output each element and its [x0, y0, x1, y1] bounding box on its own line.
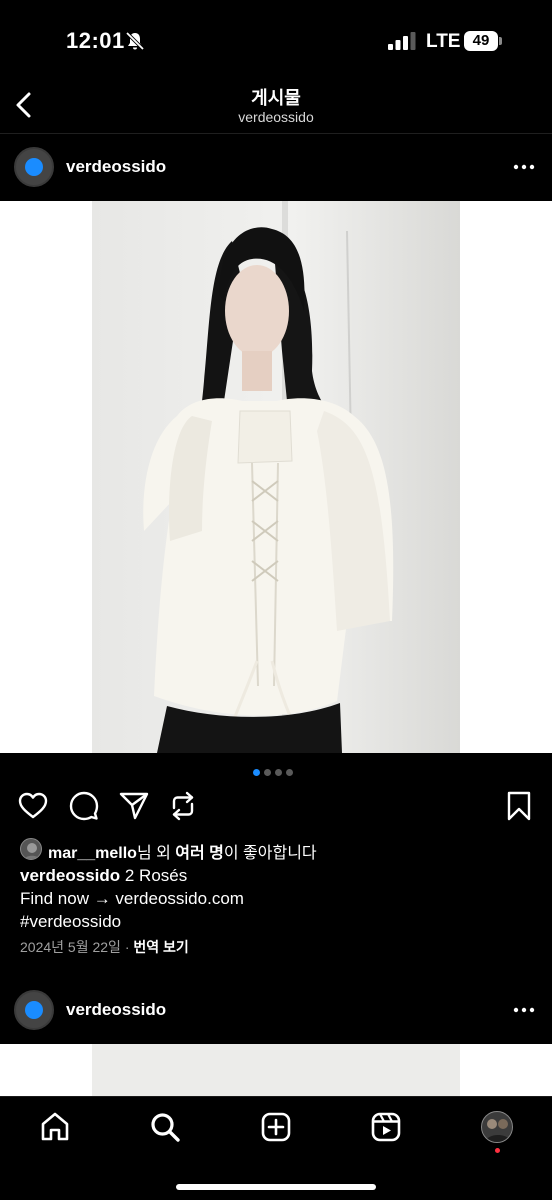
translate-link[interactable]: 번역 보기 — [133, 939, 188, 955]
caption-username[interactable]: verdeossido — [20, 866, 120, 885]
create-icon[interactable] — [260, 1111, 292, 1143]
post-header: verdeossido — [0, 135, 552, 199]
next-post-header: verdeossido — [0, 978, 552, 1042]
home-icon[interactable] — [39, 1111, 71, 1143]
caption-link-line: Find now → verdeossido.com — [20, 889, 244, 908]
battery-tip — [499, 37, 502, 45]
reels-icon[interactable] — [370, 1111, 402, 1143]
status-bar: 12:01 LTE 49 — [0, 0, 552, 80]
carousel-dot — [275, 769, 282, 776]
carousel-dot — [286, 769, 293, 776]
status-time: 12:01 — [66, 28, 125, 53]
caption-text: 2 Rosés — [120, 866, 188, 885]
network-label: LTE — [426, 31, 461, 52]
more-options-icon[interactable] — [512, 157, 536, 177]
search-icon[interactable] — [149, 1111, 181, 1143]
post-caption: verdeossido 2 Rosés Find now → verdeossi… — [20, 864, 540, 933]
likes-others[interactable]: 여러 명 — [175, 845, 224, 862]
post-username[interactable]: verdeossido — [66, 157, 166, 177]
battery-level: 49 — [464, 31, 498, 51]
likes-suffix: 님 외 — [136, 845, 176, 862]
repost-icon[interactable] — [167, 790, 199, 822]
comment-icon[interactable] — [68, 790, 100, 822]
avatar-logo — [25, 1001, 43, 1019]
avatar[interactable] — [14, 990, 54, 1030]
bell-off-icon — [125, 31, 145, 51]
bottom-tab-bar — [0, 1096, 552, 1200]
post-meta: 2024년 5월 22일 · 번역 보기 — [20, 937, 189, 957]
carousel-dot-active — [253, 769, 260, 776]
post-date: 2024년 5월 22일 — [20, 939, 121, 955]
caption-hashtag[interactable]: #verdeossido — [20, 910, 540, 933]
heart-icon[interactable] — [17, 790, 49, 822]
meta-separator: · — [120, 939, 134, 955]
page-title: 게시물 — [251, 88, 301, 108]
avatar-logo — [25, 158, 43, 176]
carousel-indicator — [253, 769, 303, 777]
home-indicator[interactable] — [176, 1184, 376, 1190]
page-header: 게시물 verdeossido — [0, 80, 552, 134]
battery-icon: 49 — [464, 31, 502, 51]
model-illustration — [143, 201, 394, 753]
post-photo — [92, 201, 460, 753]
signal-icon — [388, 32, 416, 50]
share-icon[interactable] — [118, 790, 150, 822]
page-subtitle[interactable]: verdeossido — [0, 109, 552, 125]
next-post-media[interactable] — [0, 1044, 552, 1096]
more-options-icon[interactable] — [512, 1000, 536, 1020]
post-media[interactable] — [0, 201, 552, 753]
liker-username[interactable]: mar__mello — [48, 845, 137, 862]
carousel-dot — [264, 769, 271, 776]
likes-summary[interactable]: mar__mello님 외 여러 명이 좋아합니다 — [20, 837, 540, 863]
profile-notification-dot — [495, 1148, 500, 1153]
bookmark-icon[interactable] — [503, 790, 535, 822]
liker-avatar — [20, 838, 42, 860]
next-post-username[interactable]: verdeossido — [66, 1000, 166, 1020]
profile-avatar[interactable] — [481, 1111, 513, 1143]
likes-suffix-end: 이 좋아합니다 — [223, 845, 317, 862]
likes-text: mar__mello님 외 여러 명이 좋아합니다 — [48, 839, 317, 863]
next-post-photo — [92, 1044, 460, 1096]
avatar[interactable] — [14, 147, 54, 187]
